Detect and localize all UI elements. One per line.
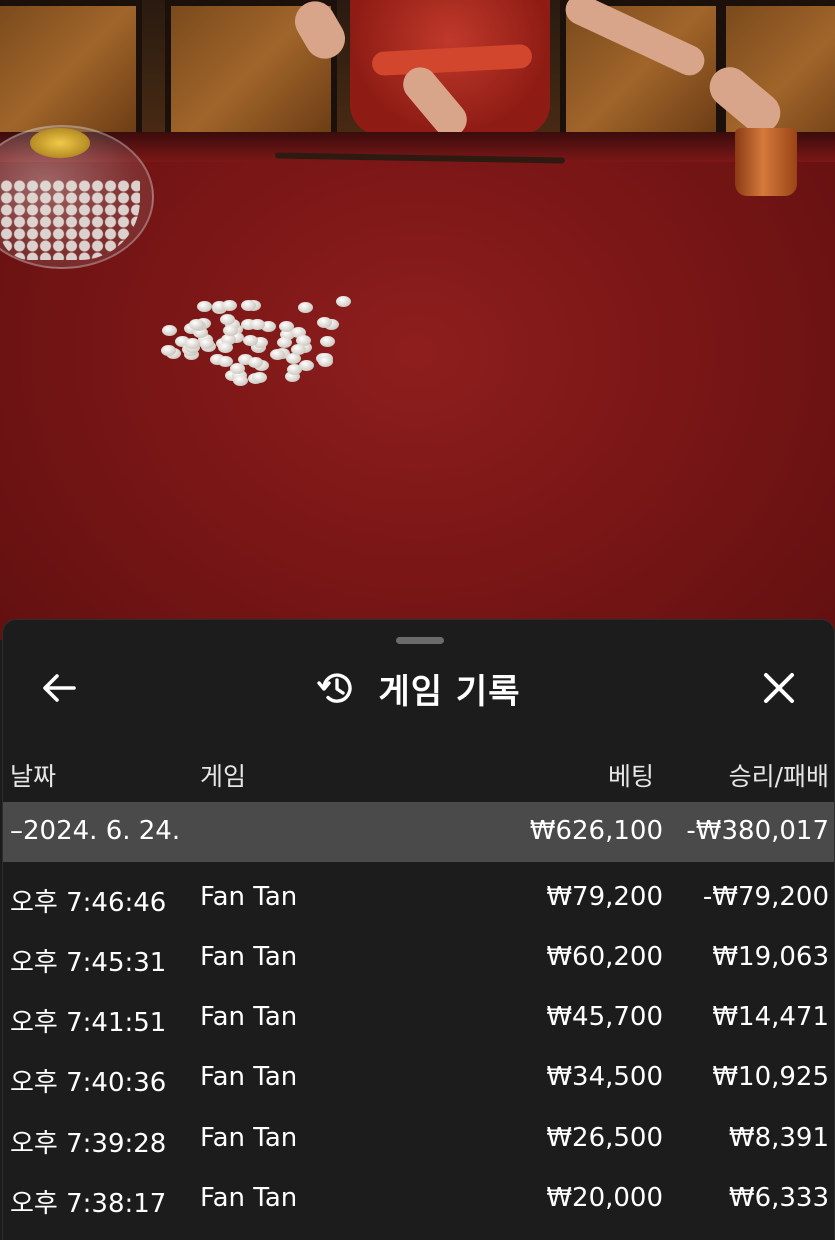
row-game: Fan Tan bbox=[200, 1183, 298, 1213]
table-row[interactable]: 오후 7:45:31 Fan Tan ₩60,200 ₩19,063 bbox=[3, 928, 834, 988]
row-game: Fan Tan bbox=[200, 1002, 298, 1032]
bead bbox=[298, 360, 314, 372]
column-header-result: 승리/패배 bbox=[728, 762, 829, 791]
row-result: ₩8,391 bbox=[728, 1123, 829, 1153]
row-time: 오후 7:45:31 bbox=[10, 948, 167, 978]
bead bbox=[320, 335, 336, 347]
table-row[interactable]: 오후 7:38:17 Fan Tan ₩20,000 ₩6,333 bbox=[3, 1169, 834, 1229]
row-time: 오후 7:46:46 bbox=[10, 888, 167, 918]
bead bbox=[232, 374, 248, 386]
bead bbox=[278, 320, 294, 332]
game-history-sheet: 게임 기록 날짜 게임 베팅 승리/패배 –2024. 6. 24. ₩626,… bbox=[2, 619, 835, 1240]
row-result: ₩19,063 bbox=[712, 942, 829, 972]
row-result: -₩79,200 bbox=[702, 882, 829, 912]
bead bbox=[285, 353, 301, 365]
close-button[interactable] bbox=[755, 666, 803, 710]
live-game-video bbox=[0, 0, 835, 640]
table-row[interactable]: 오후 7:41:51 Fan Tan ₩45,700 ₩14,471 bbox=[3, 988, 834, 1048]
bead bbox=[336, 296, 351, 307]
bead bbox=[221, 300, 237, 312]
row-time: 오후 7:41:51 bbox=[10, 1008, 167, 1038]
row-bet: ₩60,200 bbox=[546, 942, 663, 972]
row-time: 오후 7:40:36 bbox=[10, 1068, 167, 1098]
row-bet: ₩45,700 bbox=[546, 1002, 663, 1032]
row-result: ₩14,471 bbox=[712, 1002, 829, 1032]
date-group-result-total: -₩380,017 bbox=[686, 816, 829, 846]
bead bbox=[197, 300, 213, 312]
column-header-bet: 베팅 bbox=[607, 762, 654, 791]
bead bbox=[162, 325, 178, 337]
row-result: ₩6,333 bbox=[728, 1183, 829, 1213]
brass-cup bbox=[735, 128, 797, 196]
bead bbox=[219, 314, 235, 326]
bead bbox=[269, 348, 285, 360]
row-bet: ₩26,500 bbox=[546, 1123, 663, 1153]
row-result: ₩10,925 bbox=[712, 1062, 829, 1092]
row-bet: ₩20,000 bbox=[546, 1183, 663, 1213]
bead bbox=[184, 337, 200, 349]
row-bet: ₩34,500 bbox=[546, 1062, 663, 1092]
row-game: Fan Tan bbox=[200, 1062, 298, 1092]
bead bbox=[199, 337, 214, 349]
page-title: 게임 기록 bbox=[378, 671, 521, 712]
table-row[interactable]: 오후 7:40:36 Fan Tan ₩34,500 ₩10,925 bbox=[3, 1048, 834, 1108]
row-bet: ₩79,200 bbox=[546, 882, 663, 912]
bead bbox=[276, 336, 292, 348]
column-header-game: 게임 bbox=[200, 762, 247, 791]
row-time: 오후 7:39:28 bbox=[10, 1129, 167, 1159]
sheet-title-group: 게임 기록 bbox=[3, 664, 834, 712]
sheet-drag-handle[interactable] bbox=[396, 637, 444, 644]
row-time: 오후 7:38:17 bbox=[10, 1189, 167, 1219]
table-row[interactable]: 오후 7:46:46 Fan Tan ₩79,200 -₩79,200 bbox=[3, 868, 834, 928]
close-icon bbox=[764, 673, 794, 703]
bead bbox=[317, 356, 333, 368]
bead bbox=[316, 316, 332, 328]
history-clock-icon bbox=[316, 673, 352, 703]
bead bbox=[248, 356, 264, 368]
bead bbox=[291, 343, 307, 355]
date-group-row[interactable]: –2024. 6. 24. ₩626,100 -₩380,017 bbox=[3, 802, 834, 862]
bead bbox=[252, 371, 268, 383]
row-game: Fan Tan bbox=[200, 882, 298, 912]
column-header-date: 날짜 bbox=[10, 762, 57, 791]
bead bbox=[161, 344, 177, 356]
bead bbox=[297, 301, 313, 313]
sheet-header: 게임 기록 bbox=[3, 656, 834, 716]
date-group-bet-total: ₩626,100 bbox=[529, 816, 663, 846]
date-group-label: –2024. 6. 24. bbox=[10, 816, 181, 846]
row-game: Fan Tan bbox=[200, 1123, 298, 1153]
bead bbox=[217, 341, 233, 353]
row-game: Fan Tan bbox=[200, 942, 298, 972]
table-row[interactable]: 오후 7:39:28 Fan Tan ₩26,500 ₩8,391 bbox=[3, 1109, 834, 1169]
